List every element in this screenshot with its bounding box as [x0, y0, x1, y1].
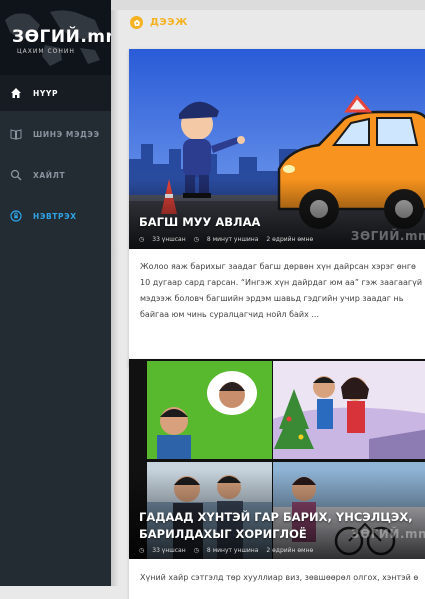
top-bar: [111, 0, 425, 10]
post-date: 2 өдрийн өмнө: [266, 236, 314, 243]
post-excerpt: Хүний хайр сэтгэлд төр хууллиар виз, зөв…: [140, 573, 419, 582]
clock-icon: ◷: [193, 236, 199, 243]
book-icon: [10, 129, 22, 140]
category-header: ДЭЭЖ: [130, 16, 188, 29]
sidebar-item-home[interactable]: НҮҮР: [0, 75, 111, 111]
site-tagline: ЦАХИМ СОНИН: [17, 48, 75, 55]
home-icon: [11, 88, 21, 98]
post-excerpt: Жолоо яаж барихыг заадаг багш дөрвөн хүн…: [140, 262, 423, 319]
post-image[interactable]: БАГШ МУУ АВЛАА ◷ 33 үншсан ◷ 8 минут унш…: [129, 49, 425, 249]
sidebar-item-search[interactable]: ХАЙЛТ: [0, 157, 111, 193]
post-date: 2 өдрийн өмнө: [266, 547, 314, 554]
post-views: 33 үншсан: [152, 547, 186, 554]
sidebar-item-label: НҮҮР: [33, 88, 59, 98]
post-meta: ◷ 33 үншсан ◷ 8 минут уншина 2 өдрийн өм…: [139, 547, 321, 554]
main-shadow: [111, 0, 119, 586]
post-card[interactable]: БАГШ МУУ АВЛАА ◷ 33 үншсан ◷ 8 минут унш…: [129, 49, 425, 366]
sidebar-item-label: НЭВТРЭХ: [33, 211, 77, 221]
sidebar-item-news[interactable]: ШИНЭ МЭДЭЭ: [0, 116, 111, 152]
brand-header[interactable]: ЗӨГИЙ.mn ЦАХИМ СОНИН: [0, 0, 111, 75]
post-card[interactable]: ГАДААД ХҮНТЭЙ ГАР БАРИХ, ҮНСЭЛЦЭХ, БАРИЛ…: [129, 359, 425, 599]
sidebar-item-label: ХАЙЛТ: [33, 170, 66, 180]
post-meta: ◷ 33 үншсан ◷ 8 минут уншина 2 өдрийн өм…: [139, 236, 321, 243]
clock-icon: ◷: [193, 547, 199, 554]
post-read-time: 8 минут уншина: [206, 547, 259, 554]
image-watermark: ЗӨГИЙ.mn: [350, 527, 425, 541]
search-icon: [10, 169, 22, 181]
category-badge-icon: [130, 16, 143, 29]
post-image[interactable]: ГАДААД ХҮНТЭЙ ГАР БАРИХ, ҮНСЭЛЦЭХ, БАРИЛ…: [129, 359, 425, 559]
login-icon: [10, 210, 22, 222]
sidebar-nav: НҮҮР ШИНЭ МЭДЭЭ ХАЙЛТ НЭВТРЭХ: [0, 75, 111, 239]
views-icon: ◷: [139, 547, 145, 554]
sidebar-item-label: ШИНЭ МЭДЭЭ: [33, 129, 100, 139]
image-watermark: ЗӨГИЙ.mn: [350, 229, 425, 243]
sidebar: ЗӨГИЙ.mn ЦАХИМ СОНИН НҮҮР ШИНЭ МЭДЭЭ ХАЙ…: [0, 0, 111, 586]
sidebar-item-login[interactable]: НЭВТРЭХ: [0, 198, 111, 234]
views-icon: ◷: [139, 236, 145, 243]
site-logo[interactable]: ЗӨГИЙ.mn: [12, 27, 111, 47]
category-title: ДЭЭЖ: [150, 17, 188, 28]
post-views: 33 үншсан: [152, 236, 186, 243]
post-read-time: 8 минут уншина: [206, 236, 259, 243]
